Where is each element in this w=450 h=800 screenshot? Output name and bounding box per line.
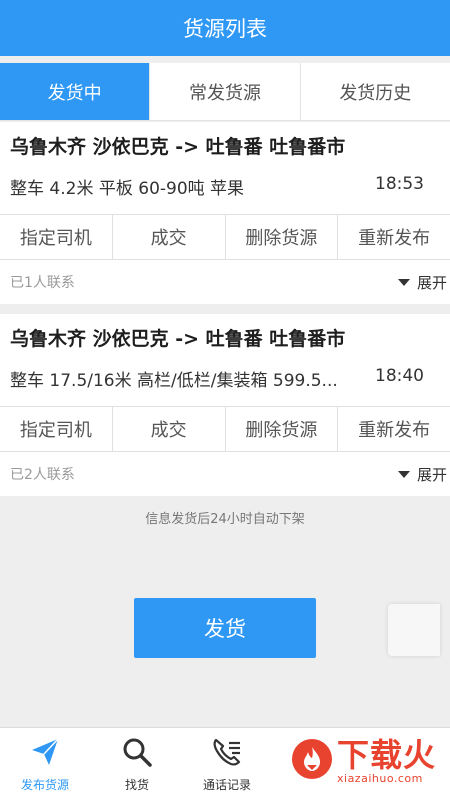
- deal-button[interactable]: 成交: [113, 215, 226, 259]
- tab-bar: 发货中 常发货源 发货历史: [0, 63, 450, 121]
- expand-button[interactable]: 展开: [398, 464, 447, 485]
- delete-source-button[interactable]: 删除货源: [226, 407, 339, 451]
- fire-logo-icon: [292, 739, 332, 779]
- caret-down-icon: [398, 278, 410, 286]
- side-pull-tab[interactable]: [388, 604, 440, 656]
- cargo-footer: 已2人联系 展开: [0, 452, 450, 496]
- tab-shipping-history[interactable]: 发货历史: [301, 63, 450, 120]
- assign-driver-button[interactable]: 指定司机: [0, 407, 113, 451]
- ship-button[interactable]: 发货: [134, 598, 316, 658]
- delete-source-button[interactable]: 删除货源: [226, 215, 339, 259]
- expand-label: 展开: [417, 273, 448, 292]
- cargo-actions: 指定司机 成交 删除货源 重新发布: [0, 214, 450, 260]
- nav-publish-cargo[interactable]: 发布货源: [0, 728, 90, 800]
- auto-delist-notice: 信息发货后24小时自动下架: [145, 512, 305, 527]
- cargo-time: 18:40: [375, 366, 424, 386]
- cargo-actions: 指定司机 成交 删除货源 重新发布: [0, 406, 450, 452]
- phone-log-icon: [213, 738, 241, 766]
- cargo-card[interactable]: 乌鲁木齐 沙依巴克 -> 吐鲁番 吐鲁番市 整车 4.2米 平板 60-90吨 …: [0, 122, 450, 304]
- tab-frequent-sources[interactable]: 常发货源: [150, 63, 301, 120]
- contact-count: 已2人联系: [10, 467, 75, 483]
- cargo-footer: 已1人联系 展开: [0, 260, 450, 304]
- search-icon: [123, 738, 152, 767]
- nav-call-log[interactable]: 通话记录: [182, 728, 272, 800]
- expand-label: 展开: [417, 465, 448, 484]
- page-title: 货源列表: [183, 17, 267, 41]
- send-icon: [32, 738, 59, 765]
- page-header: 货源列表: [0, 0, 450, 56]
- nav-find-cargo[interactable]: 找货: [92, 728, 182, 800]
- nav-label: 找货: [124, 778, 149, 792]
- cargo-card[interactable]: 乌鲁木齐 沙依巴克 -> 吐鲁番 吐鲁番市 整车 17.5/16米 高栏/低栏/…: [0, 314, 450, 496]
- watermark-logo: 下载火 xiazaihuo.com: [285, 722, 450, 800]
- watermark-text: 下载火: [337, 736, 437, 774]
- tab-shipping[interactable]: 发货中: [0, 63, 151, 120]
- contact-count: 已1人联系: [10, 275, 75, 291]
- nav-label: 通话记录: [202, 778, 251, 792]
- watermark-url: xiazaihuo.com: [337, 772, 423, 785]
- deal-button[interactable]: 成交: [113, 407, 226, 451]
- cargo-detail: 整车 17.5/16米 高栏/低栏/集装箱 599.5...: [10, 371, 338, 391]
- cargo-time: 18:53: [375, 174, 424, 194]
- cargo-route: 乌鲁木齐 沙依巴克 -> 吐鲁番 吐鲁番市: [10, 328, 346, 350]
- cargo-route: 乌鲁木齐 沙依巴克 -> 吐鲁番 吐鲁番市: [10, 136, 346, 158]
- nav-label: 发布货源: [20, 778, 69, 792]
- cargo-detail: 整车 4.2米 平板 60-90吨 苹果: [10, 179, 245, 199]
- republish-button[interactable]: 重新发布: [338, 407, 450, 451]
- assign-driver-button[interactable]: 指定司机: [0, 215, 113, 259]
- caret-down-icon: [398, 470, 410, 478]
- expand-button[interactable]: 展开: [398, 272, 447, 293]
- republish-button[interactable]: 重新发布: [338, 215, 450, 259]
